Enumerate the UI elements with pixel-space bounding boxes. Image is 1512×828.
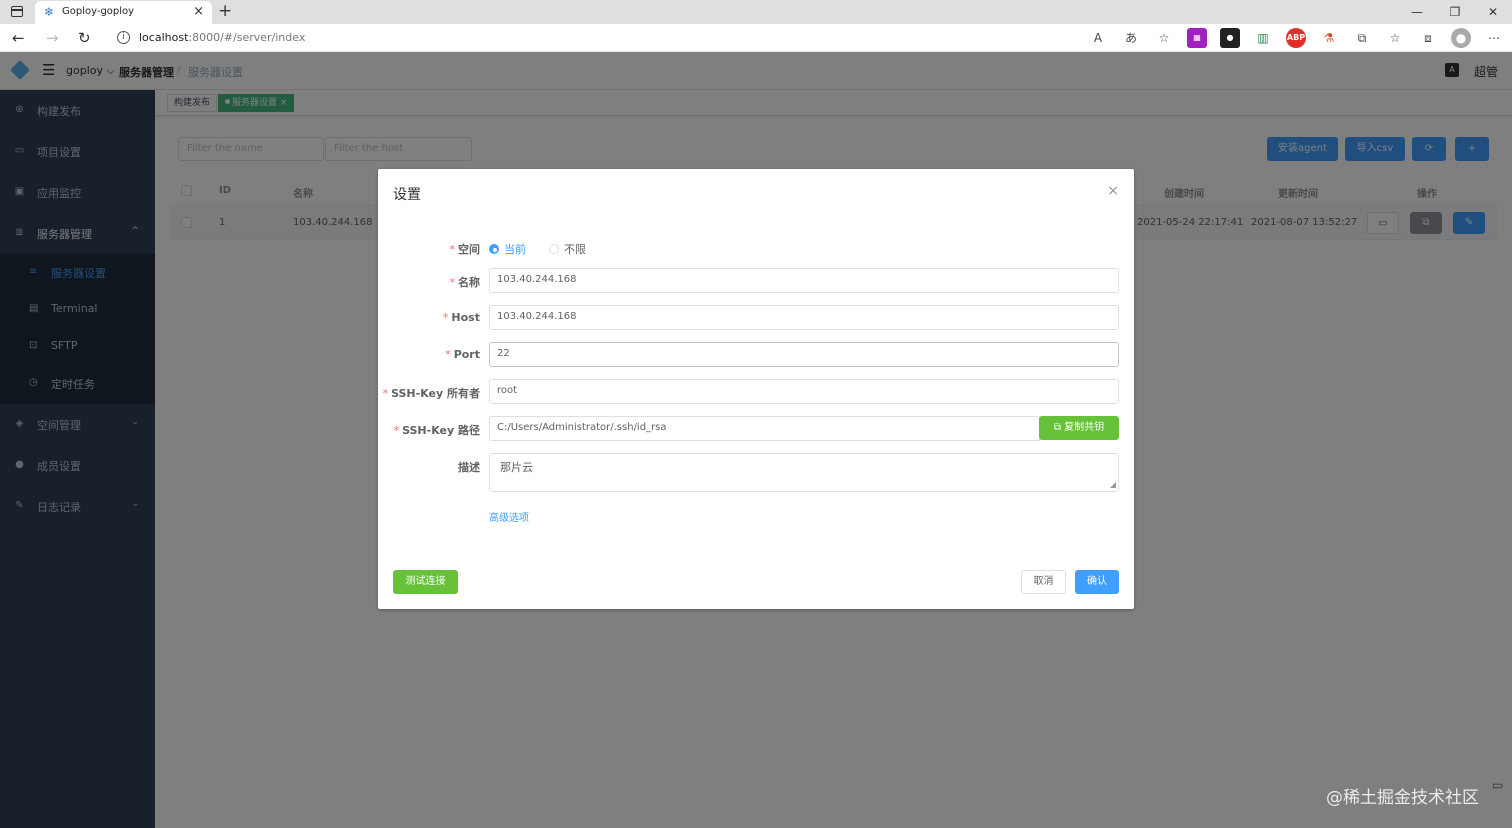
- host-input[interactable]: 103.40.244.168: [489, 305, 1119, 330]
- more-menu-icon[interactable]: ⋯: [1484, 28, 1504, 48]
- tab-title: Goploy-goploy: [62, 6, 135, 17]
- back-icon[interactable]: ←: [12, 29, 25, 47]
- tab-actions-icon[interactable]: [11, 6, 23, 17]
- name-input[interactable]: 103.40.244.168: [489, 268, 1119, 293]
- ssh-path-input[interactable]: C:/Users/Administrator/.ssh/id_rsa: [489, 416, 1040, 441]
- copy-public-key-button[interactable]: ⧉ 复制共钥: [1039, 416, 1119, 440]
- host-field: * Host 103.40.244.168: [378, 305, 1134, 331]
- ssh-owner-field: * SSH-Key 所有者 root: [378, 379, 1134, 405]
- dialog-close-icon[interactable]: ×: [1107, 183, 1119, 199]
- resize-handle-icon[interactable]: ◢: [1110, 480, 1116, 489]
- port-input[interactable]: 22: [489, 342, 1119, 367]
- forward-icon[interactable]: →: [46, 29, 59, 47]
- site-info-icon[interactable]: i: [117, 31, 130, 44]
- name-field: * 名称 103.40.244.168: [378, 268, 1134, 294]
- reload-icon[interactable]: ↻: [78, 29, 91, 47]
- read-aloud-icon[interactable]: A: [1088, 28, 1108, 48]
- translate-icon[interactable]: あ: [1121, 28, 1141, 48]
- maximize-icon[interactable]: ❐: [1436, 0, 1474, 24]
- server-settings-dialog: 设置 × * 空间 当前 不限 * 名称 103.40.244.168 * Host …: [378, 169, 1134, 609]
- description-field: 描述 那片云 ◢: [378, 453, 1134, 493]
- profile-avatar-icon[interactable]: ●: [1451, 28, 1471, 48]
- favorites-icon[interactable]: ☆: [1385, 28, 1405, 48]
- test-connection-button[interactable]: 测试连接: [393, 570, 458, 594]
- minimize-icon[interactable]: —: [1398, 0, 1436, 24]
- adblock-icon[interactable]: ABP: [1286, 28, 1306, 48]
- cancel-button[interactable]: 取消: [1021, 570, 1066, 594]
- tab-close-icon[interactable]: ×: [193, 4, 204, 19]
- extension-3-icon[interactable]: ▥: [1253, 28, 1273, 48]
- url-input[interactable]: localhost:8000/#/server/index: [139, 31, 305, 44]
- favorite-add-icon[interactable]: ☆: [1154, 28, 1174, 48]
- advanced-options-link[interactable]: 高级选项: [489, 509, 529, 524]
- space-radio-current[interactable]: 当前: [489, 241, 526, 257]
- extension-icons: A あ ☆ ▦ ● ▥ ABP ⚗ ⧉ ☆ ⧈ ● ⋯: [1088, 28, 1504, 48]
- confirm-button[interactable]: 确认: [1075, 570, 1119, 594]
- goploy-favicon-icon: ❄: [44, 5, 55, 19]
- extension-1-icon[interactable]: ▦: [1187, 28, 1207, 48]
- ssh-owner-input[interactable]: root: [489, 379, 1119, 404]
- new-tab-icon[interactable]: +: [218, 1, 232, 21]
- browser-tabbar: ❄ Goploy-goploy × + — ❐ ✕: [0, 0, 1512, 24]
- watermark: @稀土掘金技术社区: [1326, 788, 1479, 808]
- window-controls: — ❐ ✕: [1398, 0, 1512, 24]
- space-field: * 空间 当前 不限: [449, 241, 587, 257]
- browser-tab[interactable]: ❄ Goploy-goploy ×: [35, 1, 212, 24]
- extension-2-icon[interactable]: ●: [1220, 28, 1240, 48]
- dialog-title: 设置: [393, 187, 421, 203]
- space-radio-unlimited[interactable]: 不限: [549, 241, 586, 257]
- briefcase-icon[interactable]: ▭: [1492, 778, 1503, 792]
- collections-icon[interactable]: ⧈: [1418, 28, 1438, 48]
- extensions-puzzle-icon[interactable]: ⧉: [1352, 28, 1372, 48]
- address-bar: ← → ↻ i localhost:8000/#/server/index A …: [0, 24, 1512, 52]
- ssh-path-field: * SSH-Key 路径 C:/Users/Administrator/.ssh/…: [378, 416, 1134, 442]
- copy-icon: ⧉: [1053, 422, 1065, 433]
- extension-5-icon[interactable]: ⚗: [1319, 28, 1339, 48]
- description-textarea[interactable]: 那片云 ◢: [489, 453, 1119, 492]
- port-field: * Port 22: [378, 342, 1134, 368]
- close-window-icon[interactable]: ✕: [1474, 0, 1512, 24]
